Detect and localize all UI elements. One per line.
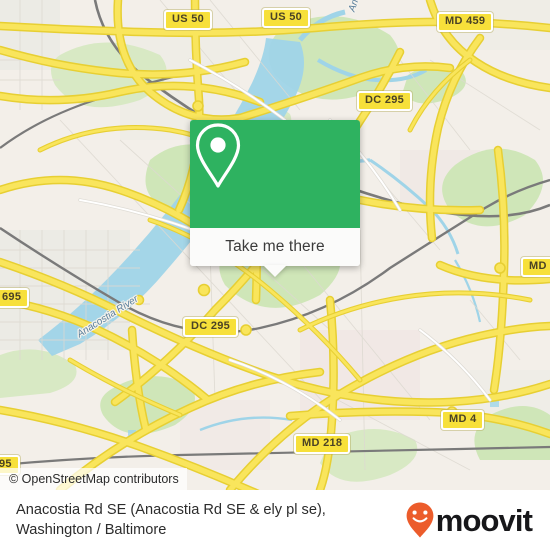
osm-attribution[interactable]: © OpenStreetMap contributors xyxy=(0,468,187,490)
page-footer: Anacostia Rd SE (Anacostia Rd SE & ely p… xyxy=(0,490,550,550)
moovit-brand[interactable]: moovit xyxy=(405,501,533,539)
osm-attribution-text: © OpenStreetMap contributors xyxy=(9,472,179,486)
callout-tail xyxy=(263,265,287,277)
road-shield: MD 4 xyxy=(441,410,485,430)
road-shield: MD 3 xyxy=(521,257,550,277)
callout-pin-area xyxy=(190,120,360,228)
road-shield: US 50 xyxy=(262,8,311,28)
location-title-line2: Washington / Baltimore xyxy=(16,522,167,538)
moovit-smiley-pin-icon xyxy=(406,502,434,538)
take-me-there-label: Take me there xyxy=(225,238,325,255)
location-title-line1: Anacostia Rd SE (Anacostia Rd SE & ely p… xyxy=(16,502,326,518)
road-shield: DC 295 xyxy=(183,317,239,337)
location-title: Anacostia Rd SE (Anacostia Rd SE & ely p… xyxy=(16,500,326,540)
map-page: .park { fill:#cfe6b8; } .park2 { fill:#d… xyxy=(0,0,550,550)
location-pin-icon xyxy=(195,123,241,188)
road-shield: MD 218 xyxy=(294,434,351,454)
callout-action-area[interactable]: Take me there xyxy=(190,228,360,277)
road-shield: MD 459 xyxy=(437,12,494,32)
map-canvas[interactable]: .park { fill:#cfe6b8; } .park2 { fill:#d… xyxy=(0,0,550,490)
road-shield: DC 295 xyxy=(357,91,413,111)
road-shield: 695 xyxy=(0,288,30,308)
moovit-wordmark: moovit xyxy=(435,502,533,538)
road-shield: US 50 xyxy=(164,10,213,30)
location-callout-card[interactable]: Take me there xyxy=(190,120,360,277)
